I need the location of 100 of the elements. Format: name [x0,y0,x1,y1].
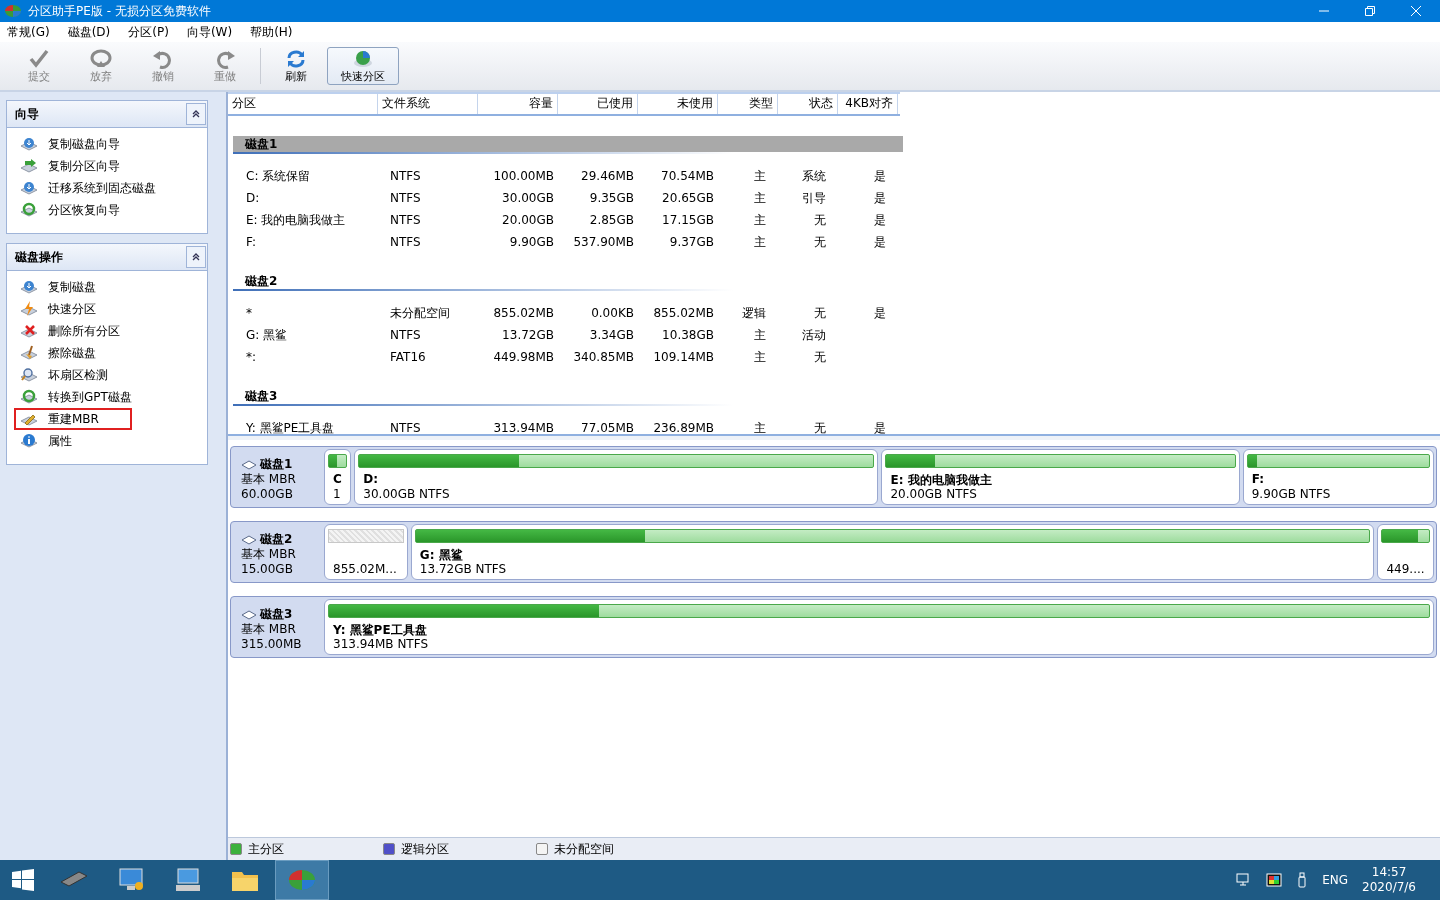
table-cell: NTFS [390,235,421,249]
disk-icon [20,389,38,405]
disk-card[interactable]: 磁盘2 基本 MBR 15.00GB 855.02M... G: 黑鲨 13.72GB NTFS 449.... [230,521,1437,583]
partition-block[interactable]: E: 我的电脑我做主 20.00GB NTFS [881,449,1240,505]
table-cell: 是 [874,168,886,183]
partition-name: Y: 黑鲨PE工具盘 [333,623,427,637]
table-cell: E: 我的电脑我做主 [246,212,346,227]
toolbar-button[interactable]: 刷新 [265,47,327,85]
sidebar-item[interactable]: 属性 [14,430,122,452]
table-cell: 无 [814,305,826,320]
table-cell: G: 黑鲨 [246,327,288,342]
menu-item[interactable]: 帮助(H) [250,23,293,41]
partition-block[interactable]: 855.02M... [324,524,408,580]
sidebar-item[interactable]: 快速分区 [14,298,122,320]
column-header[interactable]: 容量 [478,94,558,114]
menu-item[interactable]: 分区(P) [128,23,169,41]
table-cell: 无 [814,420,826,435]
table-cell: NTFS [390,191,421,205]
chevron-icon [191,252,201,262]
usb-drive-icon[interactable] [1296,872,1309,888]
table-cell: 77.05MB [581,421,634,435]
partition-block[interactable]: G: 黑鲨 13.72GB NTFS [410,524,1375,580]
disk-card[interactable]: 磁盘3 基本 MBR 315.00MB Y: 黑鲨PE工具盘 313.94MB NTFS [230,596,1437,658]
disk-type: 基本 MBR [241,547,297,562]
redo-icon [214,48,236,69]
table-cell: 855.02MB [493,306,554,320]
collapse-button[interactable] [186,103,206,125]
table-cell: 主 [754,212,766,227]
restore-icon[interactable] [1364,5,1376,17]
menu-item[interactable]: 向导(W) [186,23,233,41]
disk-group-header[interactable]: 磁盘2 [233,273,903,289]
table-cell: 0.00KB [591,306,634,320]
column-header[interactable]: 已使用 [558,94,638,114]
table-cell: 是 [874,305,886,320]
disk-group-header[interactable]: 磁盘1 [233,136,903,152]
clock-date[interactable]: 2020/7/6 [1362,880,1416,895]
table-cell: 449.98MB [493,350,554,364]
clock-time[interactable]: 14:57 [1371,865,1407,880]
chevron-icon [191,109,201,119]
column-header[interactable]: 类型 [718,94,778,114]
table-cell: 313.94MB [493,421,554,435]
table-cell: 活动 [802,327,826,342]
sidebar-item[interactable]: 复制磁盘 [14,276,122,298]
menu-item[interactable]: 磁盘(D) [67,23,111,41]
sidebar-item[interactable]: 转换到GPT磁盘 [14,386,138,408]
table-cell: 236.89MB [653,421,714,435]
partition-block[interactable]: D: 30.00GB NTFS [354,449,879,505]
disk-card[interactable]: 磁盘1 基本 MBR 60.00GB C 1 D: 30.00GB NTFS E: 我的电脑我做主 20.00GB NTFS F: 9.90GB NTFS [230,446,1437,508]
table-cell: 未分配空间 [390,305,450,320]
sidebar-item[interactable]: 分区恢复向导 [14,199,126,221]
column-header[interactable]: 文件系统 [378,94,478,114]
partition-block[interactable]: Y: 黑鲨PE工具盘 313.94MB NTFS [324,599,1434,655]
table-cell: 是 [874,234,886,249]
start-icon[interactable] [12,869,34,891]
table-cell: 855.02MB [653,306,714,320]
table-cell: 109.14MB [653,350,714,364]
partition-name: F: [1251,472,1265,486]
table-cell: 无 [814,212,826,227]
disk-group-header[interactable]: 磁盘3 [233,388,903,404]
table-cell: NTFS [390,213,421,227]
collapse-button[interactable] [186,246,206,268]
display-icon[interactable] [1266,873,1283,887]
table-cell: 无 [814,349,826,364]
table-cell: 2.85GB [589,213,634,227]
close-icon[interactable] [1410,5,1422,17]
toolbar-button[interactable]: 快速分区 [327,47,399,85]
sidebar-item[interactable]: 擦除磁盘 [14,342,122,364]
column-header[interactable]: 分区 [228,94,378,114]
disk-name: 磁盘1 [260,457,293,472]
partition-detail: 313.94MB NTFS [332,637,429,651]
table-cell: 17.15GB [662,213,714,227]
sidebar-item[interactable]: 迁移系统到固态磁盘 [14,177,162,199]
column-header[interactable]: 状态 [778,94,838,114]
partition-name: C [333,472,342,486]
table-cell: 340.85MB [573,350,634,364]
column-header[interactable]: 未使用 [638,94,718,114]
disk-name: 磁盘3 [260,607,293,622]
sidebar-item[interactable]: 复制磁盘向导 [14,133,126,155]
sidebar-item[interactable]: 坏扇区检测 [14,364,122,386]
sidebar-item[interactable]: 重建MBR [14,408,132,430]
partition-block[interactable]: F: 9.90GB NTFS [1242,449,1434,505]
column-header[interactable]: 4KB对齐 [838,94,898,114]
table-cell: 20.00GB [502,213,554,227]
table-cell: 主 [754,349,766,364]
sidebar-item[interactable]: 删除所有分区 [14,320,126,342]
disk-icon [20,323,38,339]
partition-block[interactable]: 449.... [1377,524,1434,580]
partition-detail: 1 [332,487,342,501]
table-cell: 主 [754,168,766,183]
panel-title: 磁盘操作 [13,248,63,266]
sidebar-item[interactable]: 复制分区向导 [14,155,126,177]
menu-item[interactable]: 常规(G) [7,23,50,41]
input-language[interactable]: ENG [1322,873,1349,887]
table-cell: 100.00MB [493,169,554,183]
table-cell: 537.90MB [573,235,634,249]
partition-block[interactable]: C 1 [324,449,352,505]
table-cell: NTFS [390,328,421,342]
disk-icon [20,279,38,295]
partition-detail: 855.02M... [332,562,398,576]
panel-title: 向导 [14,105,39,123]
